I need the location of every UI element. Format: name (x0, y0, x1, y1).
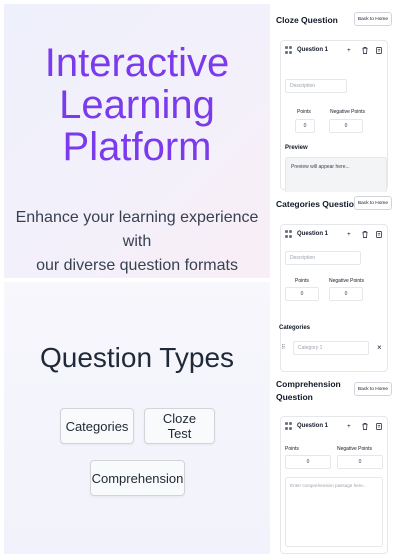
categories-question-panel: Categories Question Back to Home Questio… (274, 192, 396, 372)
question-types-title: Question Types (39, 342, 235, 373)
negative-points-input[interactable]: 0 (329, 287, 363, 301)
drag-handle-icon[interactable]: ⠿ (281, 344, 285, 351)
cloze-panel-title: Cloze Question (276, 15, 338, 25)
question-header: Question 1 + (285, 230, 385, 240)
add-icon[interactable]: + (347, 231, 351, 238)
add-icon[interactable]: + (347, 423, 351, 430)
points-label: Points (297, 109, 311, 115)
preview-box: Preview will appear here... (285, 157, 387, 193)
copy-icon[interactable] (376, 47, 382, 56)
comprehension-title-line-1: Comprehension (276, 379, 341, 389)
cloze-test-button[interactable]: Cloze Test (144, 408, 215, 444)
question-header: Question 1 + (285, 46, 385, 56)
description-input[interactable]: Description (285, 79, 347, 93)
trash-icon[interactable] (362, 423, 368, 432)
categories-button[interactable]: Categories (60, 408, 134, 444)
hero-title: Interactive Learning Platform (4, 42, 270, 168)
question-label: Question 1 (297, 423, 329, 429)
trash-icon[interactable] (362, 47, 368, 56)
comprehension-title-line-2: Question (276, 392, 313, 402)
passage-textarea[interactable]: Enter comprehension passage here... (285, 477, 383, 547)
categories-label: Categories (279, 325, 311, 331)
negative-points-input[interactable]: 0 (329, 119, 363, 133)
negative-points-label: Negative Points (330, 109, 366, 115)
hero-title-line-1: Interactive (44, 41, 230, 85)
copy-icon[interactable] (376, 231, 382, 240)
question-label: Question 1 (297, 231, 329, 237)
back-to-home-button[interactable]: Back to Home (354, 382, 392, 396)
hero-section: Interactive Learning Platform Enhance yo… (4, 4, 270, 278)
hero-subtitle-line-2: our diverse question formats (36, 257, 238, 274)
trash-icon[interactable] (362, 231, 368, 240)
preview-label: Preview (285, 145, 308, 151)
drag-handle-icon[interactable] (285, 46, 293, 55)
back-to-home-button[interactable]: Back to Home (354, 12, 392, 26)
negative-points-label: Negative Points (337, 446, 373, 452)
comprehension-button[interactable]: Comprehension (90, 460, 185, 496)
negative-points-label: Negative Points (329, 278, 365, 284)
hero-subtitle: Enhance your learning experience with ou… (10, 206, 264, 278)
question-header: Question 1 + (285, 422, 385, 432)
back-to-home-button[interactable]: Back to Home (354, 196, 392, 210)
negative-points-input[interactable]: 0 (337, 455, 383, 469)
points-input[interactable]: 0 (285, 287, 319, 301)
cloze-question-card: Question 1 + Description Points Negative… (280, 40, 388, 193)
hero-subtitle-line-1: Enhance your learning experience with (15, 209, 259, 250)
hero-title-line-2: Learning (59, 83, 215, 127)
points-label: Points (295, 278, 309, 284)
description-input[interactable]: Description (285, 251, 361, 265)
remove-category-icon[interactable]: × (377, 343, 382, 352)
hero-title-line-3: Platform (62, 125, 212, 169)
question-types-section: Question Types Categories Cloze Test Com… (4, 282, 270, 554)
categories-question-card: Question 1 + Description Points Negative… (279, 224, 388, 372)
comprehension-question-panel: Comprehension Question Back to Home Ques… (274, 374, 396, 556)
comprehension-question-card: Question 1 + Points Negative Points 0 0 … (280, 416, 388, 554)
comprehension-panel-title: Comprehension Question (276, 378, 341, 404)
categories-panel-title: Categories Question (276, 199, 360, 209)
points-input[interactable]: 0 (295, 119, 315, 133)
copy-icon[interactable] (376, 423, 382, 432)
points-input[interactable]: 0 (285, 455, 331, 469)
add-icon[interactable]: + (347, 47, 351, 54)
category-input[interactable]: Category 1 (293, 341, 369, 355)
points-label: Points (285, 446, 299, 452)
question-label: Question 1 (297, 47, 329, 53)
drag-handle-icon[interactable] (285, 422, 293, 431)
cloze-question-panel: Cloze Question Back to Home Question 1 +… (274, 4, 396, 193)
drag-handle-icon[interactable] (285, 230, 293, 239)
